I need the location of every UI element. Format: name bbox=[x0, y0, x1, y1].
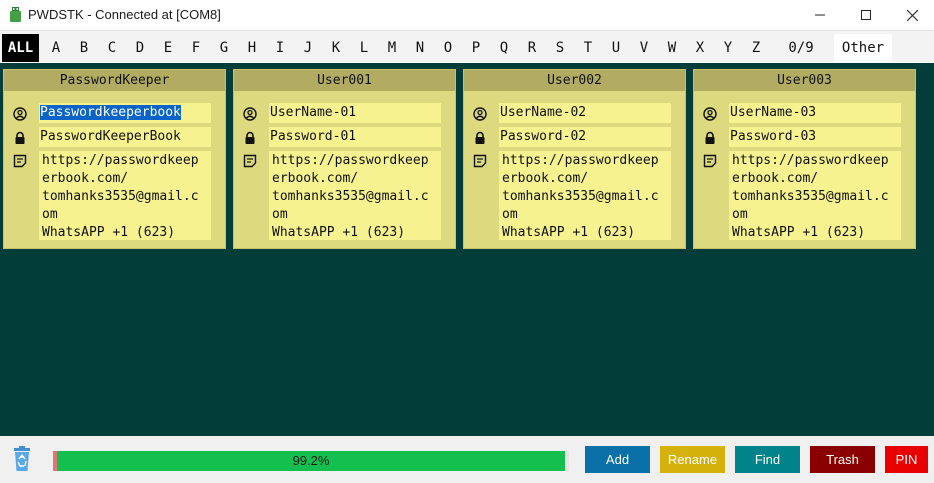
add-button[interactable]: Add bbox=[585, 446, 650, 473]
user-circle-icon bbox=[473, 107, 487, 121]
maximize-button[interactable] bbox=[843, 0, 889, 30]
letter-filter-bar: ALL A B C D E F G H I J K L M N O P Q R … bbox=[0, 30, 934, 62]
filter-c[interactable]: C bbox=[98, 34, 126, 62]
filter-other[interactable]: Other bbox=[834, 34, 892, 62]
note-field[interactable]: https://passwordkeep erbook.com/ tomhank… bbox=[39, 151, 211, 240]
filter-o[interactable]: O bbox=[434, 34, 462, 62]
cards-area: PasswordKeeper Passwordkeeperbook Passwo… bbox=[0, 63, 934, 436]
filter-f[interactable]: F bbox=[182, 34, 210, 62]
note-field[interactable]: https://passwordkeep erbook.com/ tomhank… bbox=[499, 151, 671, 240]
filter-b[interactable]: B bbox=[70, 34, 98, 62]
filter-l[interactable]: L bbox=[350, 34, 378, 62]
card-title: User002 bbox=[464, 70, 685, 91]
card-title: User003 bbox=[694, 70, 915, 91]
filter-t[interactable]: T bbox=[574, 34, 602, 62]
filter-x[interactable]: X bbox=[686, 34, 714, 62]
recycle-bin-icon[interactable] bbox=[10, 446, 34, 472]
filter-r[interactable]: R bbox=[518, 34, 546, 62]
filter-u[interactable]: U bbox=[602, 34, 630, 62]
password-field[interactable]: Password-03 bbox=[729, 127, 901, 147]
card-title: PasswordKeeper bbox=[4, 70, 225, 91]
filter-w[interactable]: W bbox=[658, 34, 686, 62]
note-icon bbox=[473, 154, 487, 168]
note-icon bbox=[13, 154, 27, 168]
minimize-button[interactable] bbox=[797, 0, 843, 30]
lock-icon bbox=[705, 131, 715, 144]
filter-y[interactable]: Y bbox=[714, 34, 742, 62]
window-title: PWDSTK - Connected at [COM8] bbox=[28, 7, 221, 22]
filter-i[interactable]: I bbox=[266, 34, 294, 62]
note-field[interactable]: https://passwordkeep erbook.com/ tomhank… bbox=[269, 151, 441, 240]
rename-button[interactable]: Rename bbox=[660, 446, 725, 473]
password-field[interactable]: PasswordKeeperBook bbox=[39, 127, 211, 147]
trash-button[interactable]: Trash bbox=[810, 446, 875, 473]
filter-s[interactable]: S bbox=[546, 34, 574, 62]
note-field[interactable]: https://passwordkeep erbook.com/ tomhank… bbox=[729, 151, 901, 240]
filter-d[interactable]: D bbox=[126, 34, 154, 62]
lock-icon bbox=[15, 131, 25, 144]
username-field[interactable]: UserName-03 bbox=[729, 103, 901, 123]
filter-q[interactable]: Q bbox=[490, 34, 518, 62]
username-field[interactable]: UserName-01 bbox=[269, 103, 441, 123]
password-field[interactable]: Password-02 bbox=[499, 127, 671, 147]
password-field[interactable]: Password-01 bbox=[269, 127, 441, 147]
filter-all[interactable]: ALL bbox=[2, 34, 39, 62]
storage-progress-bar: 99.2% bbox=[53, 451, 569, 471]
filter-g[interactable]: G bbox=[210, 34, 238, 62]
filter-p[interactable]: P bbox=[462, 34, 490, 62]
entry-card[interactable]: User003 UserName-03 Password-03 https://… bbox=[693, 69, 916, 249]
progress-label: 99.2% bbox=[292, 453, 330, 468]
filter-m[interactable]: M bbox=[378, 34, 406, 62]
filter-h[interactable]: H bbox=[238, 34, 266, 62]
filter-e[interactable]: E bbox=[154, 34, 182, 62]
lock-icon bbox=[475, 131, 485, 144]
filter-j[interactable]: J bbox=[294, 34, 322, 62]
note-icon bbox=[703, 154, 717, 168]
entry-card[interactable]: PasswordKeeper Passwordkeeperbook Passwo… bbox=[3, 69, 226, 249]
card-title: User001 bbox=[234, 70, 455, 91]
minimize-icon bbox=[815, 14, 825, 16]
username-field[interactable]: Passwordkeeperbook bbox=[39, 103, 211, 123]
entry-card[interactable]: User002 UserName-02 Password-02 https://… bbox=[463, 69, 686, 249]
find-button[interactable]: Find bbox=[735, 446, 800, 473]
close-button[interactable] bbox=[889, 0, 934, 30]
bottom-toolbar: 99.2% Add Rename Find Trash PIN bbox=[0, 436, 934, 483]
user-circle-icon bbox=[13, 107, 27, 121]
note-icon bbox=[243, 154, 257, 168]
usb-stick-icon bbox=[10, 7, 21, 22]
filter-z[interactable]: Z bbox=[742, 34, 770, 62]
maximize-icon bbox=[861, 10, 871, 20]
username-field[interactable]: UserName-02 bbox=[499, 103, 671, 123]
title-bar: PWDSTK - Connected at [COM8] bbox=[0, 0, 934, 30]
filter-digits[interactable]: 0/9 bbox=[776, 34, 826, 62]
pin-button[interactable]: PIN bbox=[885, 446, 928, 473]
entry-card[interactable]: User001 UserName-01 Password-01 https://… bbox=[233, 69, 456, 249]
user-circle-icon bbox=[243, 107, 257, 121]
filter-a[interactable]: A bbox=[42, 34, 70, 62]
username-value: Passwordkeeperbook bbox=[40, 105, 181, 120]
filter-k[interactable]: K bbox=[322, 34, 350, 62]
close-icon bbox=[906, 9, 918, 21]
filter-v[interactable]: V bbox=[630, 34, 658, 62]
user-circle-icon bbox=[703, 107, 717, 121]
lock-icon bbox=[245, 131, 255, 144]
filter-n[interactable]: N bbox=[406, 34, 434, 62]
